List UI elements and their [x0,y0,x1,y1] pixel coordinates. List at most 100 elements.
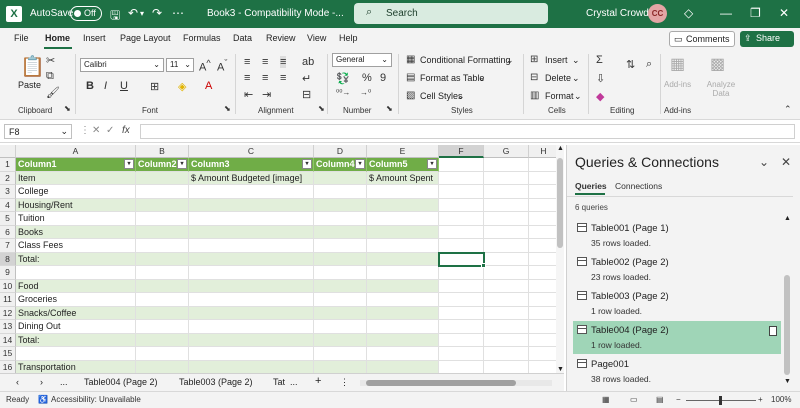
cell-c7[interactable] [189,239,314,253]
cell-h6[interactable] [529,226,556,239]
column-header-h[interactable]: H [529,145,556,158]
normal-view-icon[interactable]: ▦ [602,395,610,404]
cell-a2[interactable]: Item [16,171,136,185]
row-header[interactable]: 16 [0,360,16,373]
increase-font-icon[interactable]: A^ [199,58,211,74]
cell-h3[interactable] [529,185,556,199]
cell-c5[interactable] [189,212,314,226]
cell-g12[interactable] [484,306,529,320]
cell-e13[interactable] [367,320,439,334]
currency-icon[interactable]: 💱 [336,72,350,85]
align-left-icon[interactable]: ≡ [244,72,250,84]
cell-h14[interactable] [529,334,556,347]
cell-h13[interactable] [529,320,556,334]
cell-e9[interactable] [367,266,439,280]
sort-filter-icon[interactable]: ⇅ [626,58,635,71]
worksheet-grid[interactable]: A B C D E F G H 1 Column1 ▾ Column2 ▾ Column3… [0,145,556,373]
insert-cells-button[interactable]: Insert [545,55,568,65]
zoom-slider-handle[interactable] [719,396,722,405]
increase-decimal-icon[interactable]: ⁰⁰→ [336,88,350,97]
percent-icon[interactable]: % [362,72,372,84]
cell-b2[interactable] [136,171,189,185]
more-sheets-button[interactable]: ... [290,377,298,387]
page-layout-view-icon[interactable]: ▭ [630,395,638,404]
cell-b6[interactable] [136,225,189,239]
row-header[interactable]: 5 [0,212,16,226]
horizontal-scrollbar[interactable] [360,380,552,386]
cell-g2[interactable] [484,171,529,185]
cell-e2[interactable]: $ Amount Spent [367,171,439,185]
zoom-in-icon[interactable]: + [758,395,763,404]
decrease-indent-icon[interactable]: ⇤ [244,88,253,101]
scroll-down-icon[interactable]: ▼ [784,378,791,385]
alignment-launcher-icon[interactable]: ⬊ [318,104,325,113]
cell-g10[interactable] [484,279,529,293]
select-all-corner[interactable] [0,145,16,158]
format-cells-button[interactable]: Format [545,91,574,101]
font-size-select[interactable]: 11 ⌄ [166,58,194,72]
cell-b12[interactable] [136,306,189,320]
share-button[interactable]: ⇪ Share [740,31,794,47]
cell-c13[interactable] [189,320,314,334]
name-box[interactable]: F8 ⌄ [4,124,72,139]
cell-c8[interactable] [189,252,314,266]
cell-b4[interactable] [136,198,189,212]
cell-h15[interactable] [529,347,556,361]
cell-d12[interactable] [314,306,367,320]
cell-a1[interactable]: Column1 ▾ [16,158,136,172]
cell-h8[interactable] [529,253,556,266]
page-break-view-icon[interactable]: ▤ [656,395,664,404]
autosum-icon[interactable]: Σ [596,54,603,66]
scroll-up-icon[interactable]: ▲ [784,215,791,222]
cell-g3[interactable] [484,185,529,199]
cell-e1[interactable]: Column5 ▾ [367,158,439,172]
cell-a13[interactable]: Dining Out [16,320,136,334]
insert-function-icon[interactable]: fx [122,125,130,136]
scroll-up-icon[interactable]: ▲ [557,145,564,152]
cell-e16[interactable] [367,360,439,373]
cell-c3[interactable] [189,185,314,199]
copy-icon[interactable]: ⧉ [46,70,54,83]
query-item[interactable]: Table001 (Page 1) 35 rows loaded. [573,219,781,252]
analyze-data-button[interactable]: Analyze Data [704,80,738,98]
scroll-thumb[interactable] [784,275,790,375]
cell-f9[interactable] [439,266,484,280]
tab-help[interactable]: Help [339,33,358,43]
redo-icon[interactable]: ↷ [152,6,162,20]
cell-c1[interactable]: Column3 ▾ [189,158,314,172]
cell-b14[interactable] [136,333,189,347]
cell-a5[interactable]: Tuition [16,212,136,226]
cell-e3[interactable] [367,185,439,199]
cell-a15[interactable] [16,347,136,361]
decrease-decimal-icon[interactable]: →⁰ [360,88,371,97]
find-select-icon[interactable]: ⌕ [646,58,652,71]
cell-c12[interactable] [189,306,314,320]
cell-h4[interactable] [529,199,556,212]
cell-e14[interactable] [367,333,439,347]
filter-dropdown-icon[interactable]: ▾ [124,159,134,169]
cell-g15[interactable] [484,347,529,361]
decrease-font-icon[interactable]: Aˇ [217,58,227,74]
row-header[interactable]: 2 [0,171,16,185]
pane-scrollbar[interactable]: ▲ ▼ [783,215,791,385]
minimize-icon[interactable]: — [720,6,732,20]
cell-d7[interactable] [314,239,367,253]
cell-f3[interactable] [439,185,484,199]
delete-cells-button[interactable]: Delete [545,73,571,83]
orientation-icon[interactable]: ab [302,56,314,68]
cell-h2[interactable] [529,172,556,185]
more-icon[interactable]: ⋮ [340,377,349,388]
add-sheet-button[interactable]: + [315,375,321,387]
cell-h5[interactable] [529,212,556,226]
cell-e5[interactable] [367,212,439,226]
close-pane-icon[interactable]: ✕ [781,155,791,169]
show-peek-icon[interactable] [769,326,777,336]
cell-a16[interactable]: Transportation [16,360,136,373]
cell-f2[interactable] [439,171,484,185]
row-header[interactable]: 11 [0,293,16,307]
cell-d14[interactable] [314,333,367,347]
restore-icon[interactable]: ❐ [750,6,761,20]
confirm-entry-icon[interactable]: ✓ [106,125,114,136]
cell-a12[interactable]: Snacks/Coffee [16,306,136,320]
cell-d8[interactable] [314,252,367,266]
